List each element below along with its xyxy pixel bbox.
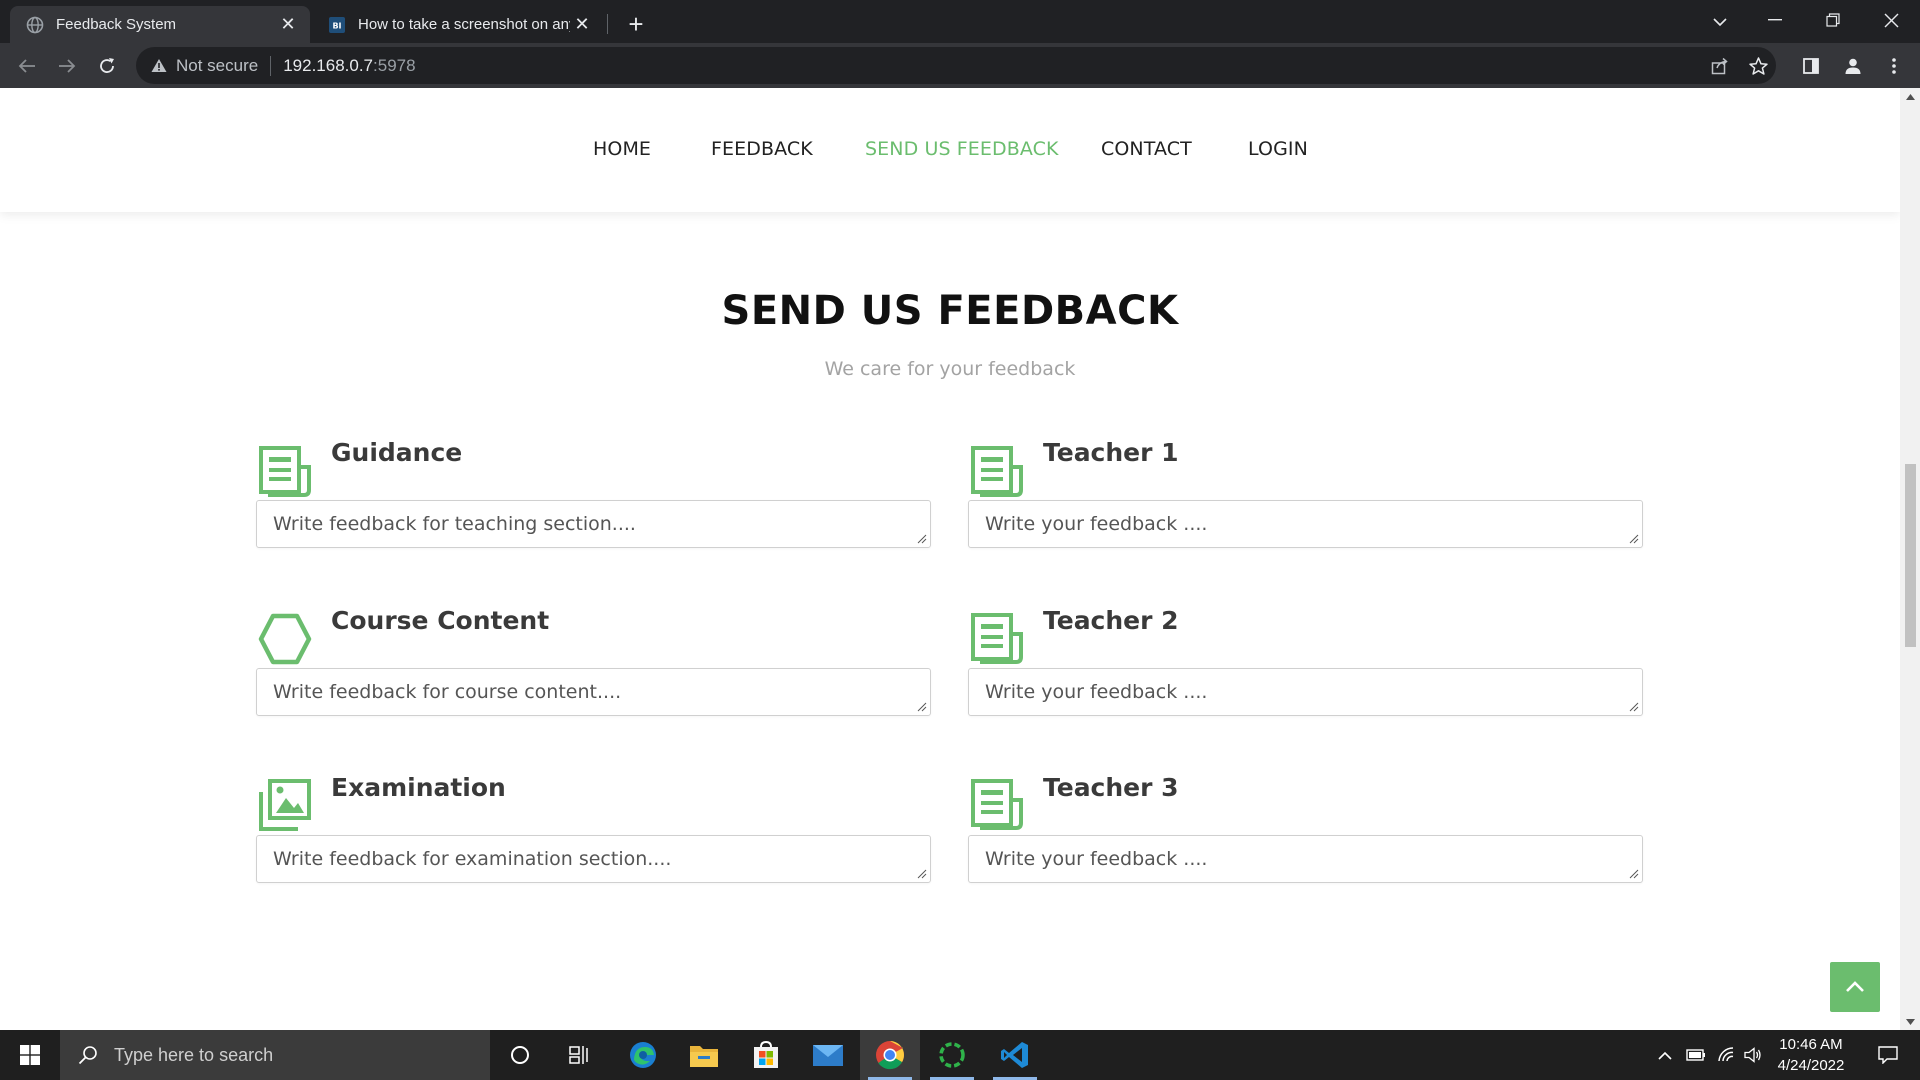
field-label-guidance: Guidance xyxy=(331,438,463,467)
reload-button[interactable] xyxy=(90,49,124,83)
resize-grip-icon[interactable] xyxy=(916,701,927,712)
minimize-button[interactable] xyxy=(1746,0,1804,40)
microsoft-store-icon[interactable] xyxy=(736,1030,796,1080)
search-icon xyxy=(76,1043,100,1067)
nav-contact[interactable]: CONTACT xyxy=(1101,138,1192,160)
resize-grip-icon[interactable] xyxy=(1628,701,1639,712)
chrome-icon[interactable] xyxy=(860,1030,920,1080)
textarea-placeholder: Write feedback for course content.... xyxy=(273,681,622,703)
images-icon xyxy=(258,778,312,832)
field-label-course-content: Course Content xyxy=(331,606,550,635)
taskbar-search-box[interactable]: Type here to search xyxy=(60,1030,490,1080)
address-bar[interactable]: Not secure 192.168.0.7 :5978 xyxy=(136,47,1776,84)
loading-app-icon[interactable] xyxy=(922,1030,982,1080)
hexagon-icon xyxy=(258,612,312,666)
close-window-button[interactable] xyxy=(1862,0,1920,40)
mail-icon[interactable] xyxy=(798,1030,858,1080)
examination-feedback-textarea[interactable]: Write feedback for examination section..… xyxy=(256,835,931,883)
address-divider xyxy=(270,55,272,76)
vscode-icon[interactable] xyxy=(985,1030,1045,1080)
search-placeholder: Type here to search xyxy=(114,1044,274,1065)
profile-icon[interactable] xyxy=(1836,49,1870,83)
tab-title: Feedback System xyxy=(56,16,177,33)
newspaper-icon xyxy=(970,445,1024,499)
close-icon[interactable]: ✕ xyxy=(276,13,300,37)
system-clock[interactable]: 10:46 AM 4/24/2022 xyxy=(1766,1034,1856,1076)
field-label-teacher-2: Teacher 2 xyxy=(1043,606,1179,635)
nav-home[interactable]: HOME xyxy=(593,138,651,160)
show-hidden-icons-chevron-icon[interactable] xyxy=(1650,1030,1680,1080)
teacher-3-feedback-textarea[interactable]: Write your feedback .... xyxy=(968,835,1643,883)
close-icon[interactable]: ✕ xyxy=(570,13,594,37)
new-tab-button[interactable]: + xyxy=(620,8,652,40)
bi-favicon-icon: BI xyxy=(328,16,346,34)
security-status-label[interactable]: Not secure xyxy=(176,56,258,76)
url-port: :5978 xyxy=(373,55,416,75)
tab-feedback-system[interactable]: Feedback System ✕ xyxy=(10,6,310,43)
windows-taskbar: Type here to search 10:46 AM 4/24/2022 xyxy=(0,1030,1920,1080)
textarea-placeholder: Write feedback for examination section..… xyxy=(273,848,672,870)
scroll-down-arrow-icon[interactable] xyxy=(1900,1013,1920,1030)
nav-feedback[interactable]: FEEDBACK xyxy=(711,138,813,160)
resize-grip-icon[interactable] xyxy=(1628,868,1639,879)
resize-grip-icon[interactable] xyxy=(1628,533,1639,544)
guidance-feedback-textarea[interactable]: Write feedback for teaching section.... xyxy=(256,500,931,548)
restore-button[interactable] xyxy=(1804,0,1862,40)
windows-start-button[interactable] xyxy=(0,1030,60,1080)
back-to-top-button[interactable] xyxy=(1830,962,1880,1012)
field-label-teacher-3: Teacher 3 xyxy=(1043,773,1179,802)
browser-toolbar: Not secure 192.168.0.7 :5978 xyxy=(0,43,1920,88)
tab-divider xyxy=(607,14,608,34)
tab-screenshot-article[interactable]: BI How to take a screenshot on any ✕ xyxy=(312,6,604,43)
warning-icon xyxy=(150,57,168,75)
resize-grip-icon[interactable] xyxy=(916,533,927,544)
clock-date: 4/24/2022 xyxy=(1777,1057,1845,1074)
page-viewport: HOME FEEDBACK SEND US FEEDBACK CONTACT L… xyxy=(0,88,1900,1030)
battery-icon[interactable] xyxy=(1682,1030,1710,1080)
field-label-teacher-1: Teacher 1 xyxy=(1043,438,1179,467)
site-header: HOME FEEDBACK SEND US FEEDBACK CONTACT L… xyxy=(0,88,1900,212)
wifi-icon[interactable] xyxy=(1712,1030,1740,1080)
browser-tab-strip: Feedback System ✕ BI How to take a scree… xyxy=(0,0,1920,43)
scroll-up-arrow-icon[interactable] xyxy=(1900,88,1920,105)
chevron-up-icon xyxy=(1846,981,1864,992)
textarea-placeholder: Write your feedback .... xyxy=(985,848,1208,870)
nav-send-us-feedback[interactable]: SEND US FEEDBACK xyxy=(865,138,1059,160)
newspaper-icon xyxy=(258,445,312,499)
file-explorer-icon[interactable] xyxy=(674,1030,734,1080)
nav-login[interactable]: LOGIN xyxy=(1248,138,1308,160)
bookmark-star-icon[interactable] xyxy=(1740,47,1776,84)
scrollbar-thumb[interactable] xyxy=(1905,464,1916,647)
newspaper-icon xyxy=(970,778,1024,832)
svg-text:BI: BI xyxy=(332,21,341,30)
field-label-examination: Examination xyxy=(331,773,506,802)
teacher-1-feedback-textarea[interactable]: Write your feedback .... xyxy=(968,500,1643,548)
menu-kebab-icon[interactable] xyxy=(1877,49,1911,83)
textarea-placeholder: Write your feedback .... xyxy=(985,681,1208,703)
teacher-2-feedback-textarea[interactable]: Write your feedback .... xyxy=(968,668,1643,716)
windows-logo-icon xyxy=(20,1045,40,1065)
volume-icon[interactable] xyxy=(1740,1030,1766,1080)
forward-button[interactable] xyxy=(50,49,84,83)
edge-browser-icon[interactable] xyxy=(613,1030,673,1080)
globe-icon xyxy=(26,16,44,34)
side-panel-icon[interactable] xyxy=(1794,49,1828,83)
resize-grip-icon[interactable] xyxy=(916,868,927,879)
back-button[interactable] xyxy=(10,49,44,83)
url-host: 192.168.0.7 xyxy=(283,55,374,75)
tab-search-chevron-icon[interactable] xyxy=(1705,8,1735,36)
clock-time: 10:46 AM xyxy=(1779,1036,1843,1053)
course-content-feedback-textarea[interactable]: Write feedback for course content.... xyxy=(256,668,931,716)
textarea-placeholder: Write feedback for teaching section.... xyxy=(273,513,636,535)
newspaper-icon xyxy=(970,612,1024,666)
cortana-icon[interactable] xyxy=(490,1030,550,1080)
task-view-icon[interactable] xyxy=(550,1030,610,1080)
section-title: SEND US FEEDBACK xyxy=(721,288,1179,334)
textarea-placeholder: Write your feedback .... xyxy=(985,513,1208,535)
page-scrollbar[interactable] xyxy=(1900,88,1920,1030)
section-subtitle: We care for your feedback xyxy=(824,358,1076,380)
tab-title: How to take a screenshot on any xyxy=(358,16,570,33)
notification-center-icon[interactable] xyxy=(1858,1030,1918,1080)
share-icon[interactable] xyxy=(1702,47,1738,84)
